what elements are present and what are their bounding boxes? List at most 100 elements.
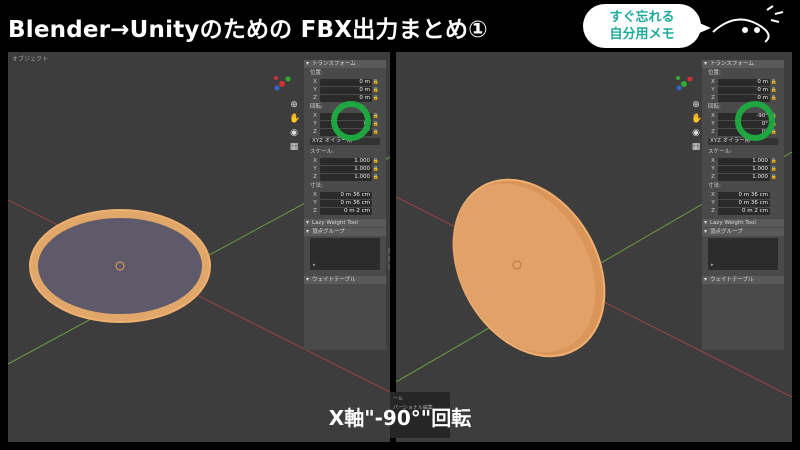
- axis-label: Y: [711, 121, 715, 127]
- axis-label: Z: [313, 208, 317, 214]
- scale-y-field[interactable]: 1.000: [320, 165, 372, 173]
- lock-icon[interactable]: 🔒: [770, 95, 778, 101]
- location-label: 位置:: [310, 70, 323, 76]
- expand-icon[interactable]: ▸: [711, 262, 714, 268]
- caption-text: X軸"-90°"回転: [328, 406, 472, 430]
- vertex-groups-list[interactable]: ▸: [310, 238, 380, 270]
- dimensions-y-field[interactable]: 0 m 36 cm: [718, 199, 770, 207]
- dimensions-x-field[interactable]: 0 m 36 cm: [320, 191, 372, 199]
- location-x-field[interactable]: 0 m: [718, 78, 770, 86]
- grid-view-icon[interactable]: ▦: [691, 142, 701, 152]
- axis-label: X: [313, 79, 317, 85]
- dimensions-x-field[interactable]: 0 m 36 cm: [718, 191, 770, 199]
- lazy-weight-tool-header[interactable]: Lazy Weight Tool: [702, 219, 784, 227]
- location-y-field[interactable]: 0 m: [320, 86, 372, 94]
- scale-x-field[interactable]: 1.000: [718, 157, 770, 165]
- vertex-groups-list[interactable]: ▸: [708, 238, 778, 270]
- axis-gizmo-icon[interactable]: [272, 74, 292, 94]
- axis-label: Y: [711, 166, 715, 172]
- scale-x-field[interactable]: 1.000: [320, 157, 372, 165]
- vertex-groups-header[interactable]: 頂点グループ: [304, 228, 386, 236]
- lock-icon[interactable]: 🔒: [372, 158, 380, 164]
- scale-y-field[interactable]: 1.000: [718, 165, 770, 173]
- axis-label: X: [711, 158, 715, 164]
- dimensions-y-field[interactable]: 0 m 36 cm: [320, 199, 372, 207]
- axis-label: Y: [711, 87, 715, 93]
- zoom-icon[interactable]: ⊕: [289, 100, 299, 110]
- viewport-after[interactable]: ⊕ ✋ ◉ ▦ トランスフォーム 位置: X0 m🔒 Y0 m🔒 Z0 m🔒 回…: [396, 52, 792, 442]
- location-x-row: X0 m 🔒: [702, 78, 784, 86]
- axis-label: Z: [711, 174, 715, 180]
- grid-view-icon[interactable]: ▦: [289, 142, 299, 152]
- axis-label: X: [711, 113, 715, 119]
- menu-icon[interactable]: ⌄: [388, 264, 390, 270]
- video-title: Blender→Unityのための FBX出力まとめ①: [8, 17, 488, 43]
- axis-gizmo-icon[interactable]: [674, 74, 694, 94]
- lock-icon[interactable]: 🔒: [372, 79, 380, 85]
- location-y-row: Y0 m 🔒: [304, 86, 386, 94]
- camera-icon[interactable]: ◉: [691, 128, 701, 138]
- pan-hand-icon[interactable]: ✋: [289, 114, 300, 124]
- dimensions-z-row: Z0 m 2 cm: [702, 207, 784, 215]
- scale-z-field[interactable]: 1.000: [718, 173, 770, 181]
- axis-label: Y: [313, 121, 317, 127]
- lock-icon[interactable]: 🔒: [372, 121, 380, 127]
- location-x-field[interactable]: 0 m: [320, 78, 372, 86]
- axis-label: X: [711, 192, 715, 198]
- weight-table-header[interactable]: ウェイトテーブル: [304, 276, 386, 284]
- axis-label: Y: [313, 200, 317, 206]
- axis-label: X: [313, 192, 317, 198]
- location-y-row: Y0 m 🔒: [702, 86, 784, 94]
- weight-table-header[interactable]: ウェイトテーブル: [702, 276, 784, 284]
- dimensions-label: 寸法:: [310, 183, 323, 189]
- lock-icon[interactable]: 🔒: [770, 166, 778, 172]
- expand-icon[interactable]: ▸: [313, 262, 316, 268]
- viewport-header-label: オブジェクト: [12, 56, 49, 63]
- dimensions-x-row: X0 m 36 cm: [304, 191, 386, 199]
- axis-label: Y: [313, 166, 317, 172]
- dimensions-z-row: Z0 m 2 cm: [304, 207, 386, 215]
- scale-z-row: Z 1.000 🔒: [702, 173, 784, 181]
- lock-icon[interactable]: 🔒: [372, 166, 380, 172]
- transform-header[interactable]: トランスフォーム: [304, 60, 386, 68]
- lock-icon[interactable]: 🔒: [770, 87, 778, 93]
- pan-hand-icon[interactable]: ✋: [691, 114, 702, 124]
- remove-icon[interactable]: −: [388, 256, 390, 262]
- list-side-buttons: + − ⌄: [388, 248, 390, 270]
- scale-y-row: Y 1.000 🔒: [702, 165, 784, 173]
- scale-z-field[interactable]: 1.000: [320, 173, 372, 181]
- zoom-icon[interactable]: ⊕: [691, 100, 701, 110]
- doodle-face-icon: [712, 5, 784, 43]
- lock-icon[interactable]: 🔒: [372, 174, 380, 180]
- location-z-field[interactable]: 0 m: [718, 94, 770, 102]
- viewport-before[interactable]: オブジェクト ⊕ ✋ ◉ ▦ トランスフォーム 位置: X0 m🔒 Y0 m🔒 …: [8, 52, 390, 442]
- axis-label: Z: [313, 174, 317, 180]
- memo-bubble: すぐ忘れる 自分用メモ: [583, 4, 711, 48]
- lock-icon[interactable]: 🔒: [372, 95, 380, 101]
- lock-icon[interactable]: 🔒: [372, 129, 380, 135]
- lock-icon[interactable]: 🔒: [770, 174, 778, 180]
- transform-header[interactable]: トランスフォーム: [702, 60, 784, 68]
- lazy-weight-tool-header[interactable]: Lazy Weight Tool: [304, 219, 386, 227]
- lock-icon[interactable]: 🔒: [372, 113, 380, 119]
- vertex-groups-header[interactable]: 頂点グループ: [702, 228, 784, 236]
- location-z-row: Z0 m 🔒: [702, 94, 784, 102]
- axis-label: Z: [313, 95, 317, 101]
- lock-icon[interactable]: 🔒: [372, 87, 380, 93]
- dimensions-z-field[interactable]: 0 m 2 cm: [320, 207, 372, 215]
- add-icon[interactable]: +: [388, 248, 390, 254]
- viewport-tools: ⊕ ✋ ◉ ▦: [691, 100, 702, 152]
- axis-label: Y: [313, 87, 317, 93]
- location-label: 位置:: [708, 70, 721, 76]
- location-y-field[interactable]: 0 m: [718, 86, 770, 94]
- scale-z-row: Z 1.000 🔒: [304, 173, 386, 181]
- rotation-mode-dropdown[interactable]: XYZ オイラー角: [708, 138, 778, 145]
- highlight-ring-after: [735, 101, 775, 141]
- lock-icon[interactable]: 🔒: [770, 79, 778, 85]
- dimensions-y-row: Y0 m 36 cm: [702, 199, 784, 207]
- scale-label: スケール:: [310, 149, 334, 155]
- scale-label: スケール:: [708, 149, 732, 155]
- lock-icon[interactable]: 🔒: [770, 158, 778, 164]
- camera-icon[interactable]: ◉: [289, 128, 299, 138]
- dimensions-z-field[interactable]: 0 m 2 cm: [718, 207, 770, 215]
